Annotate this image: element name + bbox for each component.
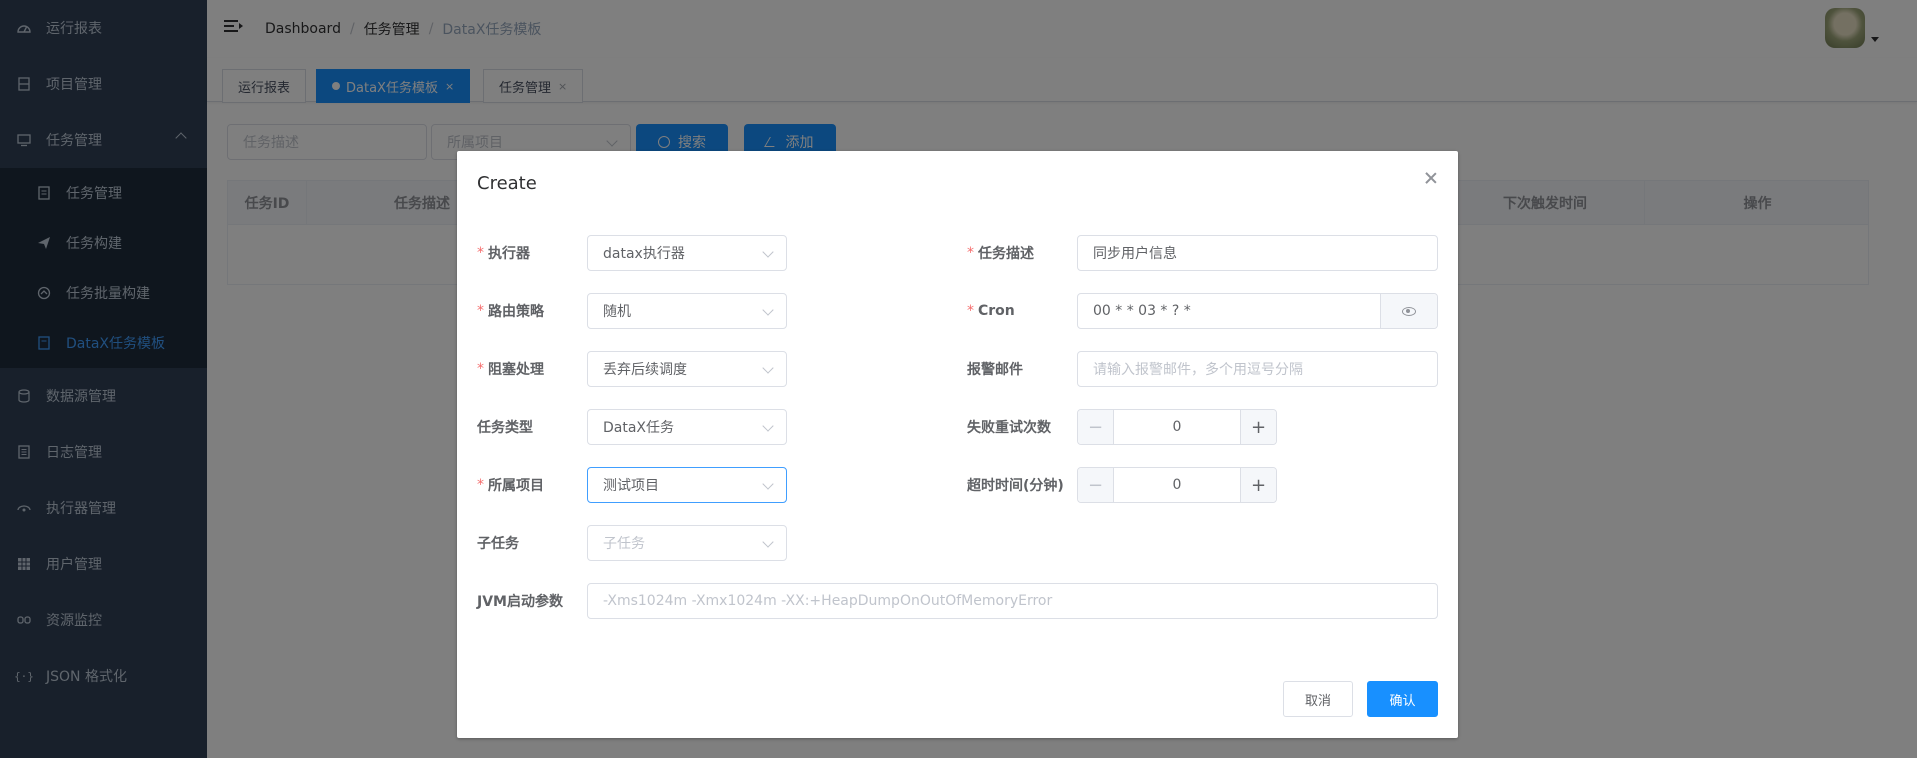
select-value: 测试项目 bbox=[603, 478, 659, 494]
toggle-icon bbox=[1402, 306, 1416, 316]
chevron-down-icon bbox=[762, 420, 774, 432]
required-mark: * bbox=[477, 361, 484, 377]
decrement-button[interactable]: − bbox=[1078, 468, 1114, 502]
subtask-label: 子任务 bbox=[477, 536, 519, 552]
required-mark: * bbox=[477, 245, 484, 261]
task-type-label: 任务类型 bbox=[477, 420, 533, 436]
cron-input[interactable]: 00 * * 03 * ? * bbox=[1077, 293, 1438, 329]
project-select[interactable]: 测试项目 bbox=[587, 467, 787, 503]
decrement-button[interactable]: − bbox=[1078, 410, 1114, 444]
block-strategy-select[interactable]: 丢弃后续调度 bbox=[587, 351, 787, 387]
input-placeholder: -Xms1024m -Xmx1024m -XX:+HeapDumpOnOutOf… bbox=[603, 593, 1053, 609]
project-label: * 所属项目 bbox=[477, 477, 544, 494]
subtask-select[interactable]: 子任务 bbox=[587, 525, 787, 561]
stepper-value[interactable]: 0 bbox=[1114, 468, 1240, 502]
retry-count-stepper[interactable]: − 0 + bbox=[1077, 409, 1277, 445]
dialog-title: Create bbox=[477, 173, 537, 194]
confirm-button[interactable]: 确认 bbox=[1367, 681, 1438, 717]
chevron-down-icon bbox=[762, 478, 774, 490]
select-value: 随机 bbox=[603, 304, 631, 320]
chevron-down-icon bbox=[762, 246, 774, 258]
jvm-params-label: JVM启动参数 bbox=[477, 594, 563, 610]
route-strategy-select[interactable]: 随机 bbox=[587, 293, 787, 329]
input-value: 同步用户信息 bbox=[1093, 246, 1177, 262]
select-value: 丢弃后续调度 bbox=[603, 362, 687, 378]
alarm-email-input[interactable]: 请输入报警邮件，多个用逗号分隔 bbox=[1077, 351, 1438, 387]
required-mark: * bbox=[477, 477, 484, 493]
cron-label: * Cron bbox=[967, 303, 1015, 319]
chevron-down-icon bbox=[762, 536, 774, 548]
select-value: datax执行器 bbox=[603, 246, 685, 262]
alarm-email-label: 报警邮件 bbox=[967, 362, 1023, 378]
required-mark: * bbox=[967, 303, 974, 319]
input-placeholder: 请输入报警邮件，多个用逗号分隔 bbox=[1093, 362, 1303, 378]
executor-select[interactable]: datax执行器 bbox=[587, 235, 787, 271]
increment-button[interactable]: + bbox=[1240, 410, 1276, 444]
retry-count-label: 失败重试次数 bbox=[967, 420, 1051, 436]
cancel-button[interactable]: 取消 bbox=[1283, 681, 1353, 717]
stepper-value[interactable]: 0 bbox=[1114, 410, 1240, 444]
required-mark: * bbox=[477, 303, 484, 319]
create-dialog: Create * 执行器 datax执行器 * 路由策略 随机 * 阻塞处理 丢弃后续… bbox=[457, 151, 1458, 738]
block-strategy-label: * 阻塞处理 bbox=[477, 361, 544, 378]
task-desc-input[interactable]: 同步用户信息 bbox=[1077, 235, 1438, 271]
chevron-down-icon bbox=[762, 304, 774, 316]
executor-label: * 执行器 bbox=[477, 245, 530, 262]
required-mark: * bbox=[967, 245, 974, 261]
route-strategy-label: * 路由策略 bbox=[477, 303, 544, 320]
cron-picker-button[interactable] bbox=[1380, 294, 1437, 328]
input-value: 00 * * 03 * ? * bbox=[1093, 303, 1191, 319]
timeout-label: 超时时间(分钟) bbox=[967, 478, 1064, 494]
jvm-params-input[interactable]: -Xms1024m -Xmx1024m -XX:+HeapDumpOnOutOf… bbox=[587, 583, 1438, 619]
timeout-stepper[interactable]: − 0 + bbox=[1077, 467, 1277, 503]
select-value: DataX任务 bbox=[603, 420, 675, 436]
increment-button[interactable]: + bbox=[1240, 468, 1276, 502]
close-icon[interactable] bbox=[1424, 171, 1438, 185]
task-type-select[interactable]: DataX任务 bbox=[587, 409, 787, 445]
select-placeholder: 子任务 bbox=[603, 536, 645, 552]
task-desc-label: * 任务描述 bbox=[967, 245, 1034, 262]
chevron-down-icon bbox=[762, 362, 774, 374]
